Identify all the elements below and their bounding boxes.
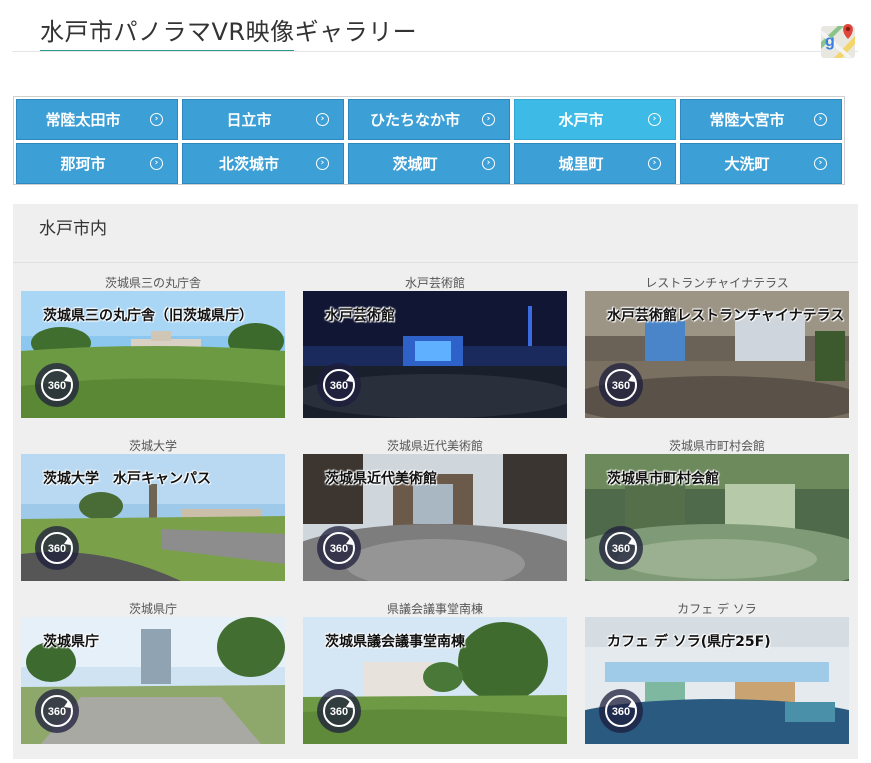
card-caption: カフェ デ ソラ <box>677 602 757 616</box>
city-button-label: ひたちなか市 <box>369 111 460 129</box>
panorama-thumbnail[interactable]: 茨城県議会議事堂南棟 360 <box>303 617 567 744</box>
chevron-right-icon: › <box>648 157 661 170</box>
vr-360-label: 360 <box>48 380 66 392</box>
chevron-right-icon: › <box>316 157 329 170</box>
panorama-thumbnail[interactable]: 茨城県庁 360 <box>21 617 285 744</box>
thumbnail-title: 茨城県近代美術館 <box>325 471 437 487</box>
panorama-thumbnail[interactable]: 茨城県近代美術館 360 <box>303 454 567 581</box>
gallery-panel: 水戸市内 茨城県三の丸庁舎 茨城県三の丸庁舎（旧茨城県庁） 360 水戸芸術館 水戸芸術… <box>13 204 858 759</box>
panorama-thumbnail[interactable]: 茨城県三の丸庁舎（旧茨城県庁） 360 <box>21 291 285 418</box>
vr-360-icon: 360 <box>35 689 79 733</box>
thumbnail-title: 水戸芸術館レストランチャイナテラス <box>607 308 845 324</box>
city-button[interactable]: 城里町 › <box>514 143 676 184</box>
card-caption: 茨城県庁 <box>128 602 177 616</box>
thumbnail-title: 茨城県市町村会館 <box>607 471 719 487</box>
card-caption: 茨城大学 <box>128 439 177 453</box>
vr-360-icon: 360 <box>35 363 79 407</box>
chevron-right-icon: › <box>482 113 495 126</box>
chevron-right-icon: › <box>150 113 163 126</box>
thumbnail-title: 茨城県議会議事堂南棟 <box>325 634 465 650</box>
city-button-label: 水戸市 <box>558 111 604 129</box>
city-button[interactable]: 那珂市 › <box>16 143 178 184</box>
vr-360-icon: 360 <box>317 363 361 407</box>
title-divider <box>12 51 858 52</box>
section-header: 水戸市内 <box>13 204 858 263</box>
city-button-label: 城里町 <box>558 155 604 173</box>
card-caption: 県議会議事堂南棟 <box>386 602 483 616</box>
panorama-thumbnail[interactable]: 茨城県市町村会館 360 <box>585 454 849 581</box>
thumbnail-title: 茨城大学 水戸キャンパス <box>43 471 211 487</box>
city-button[interactable]: 水戸市 › <box>514 99 676 140</box>
thumbnail-title: 茨城県三の丸庁舎（旧茨城県庁） <box>43 308 253 324</box>
chevron-right-icon: › <box>316 113 329 126</box>
vr-360-label: 360 <box>330 380 348 392</box>
vr-360-icon: 360 <box>35 526 79 570</box>
vr-360-label: 360 <box>330 706 348 718</box>
card-caption: 茨城県近代美術館 <box>386 439 483 453</box>
card-caption: 茨城県市町村会館 <box>668 439 765 453</box>
city-button[interactable]: ひたちなか市 › <box>348 99 510 140</box>
page-title: 水戸市パノラマVR映像ギャラリー <box>40 18 418 46</box>
vr-360-icon: 360 <box>599 363 643 407</box>
city-button-label: 大洗町 <box>724 155 770 173</box>
vr-360-label: 360 <box>612 706 630 718</box>
city-button[interactable]: 大洗町 › <box>680 143 842 184</box>
city-button-label: 日立市 <box>226 111 272 129</box>
city-button-label: 北茨城市 <box>218 155 279 173</box>
card-caption: 茨城県三の丸庁舎 <box>104 276 201 290</box>
vr-360-icon: 360 <box>599 526 643 570</box>
google-maps-icon[interactable]: g <box>820 22 858 60</box>
city-nav: 常陸太田市 › 日立市 › ひたちなか市 › 水戸市 › 常陸大宮市 › 那珂市 › 北茨城市 › 茨城町 ›… <box>13 96 845 185</box>
card-caption: レストランチャイナテラス <box>645 276 789 290</box>
thumbnail-title: 茨城県庁 <box>43 634 99 650</box>
city-button[interactable]: 北茨城市 › <box>182 143 344 184</box>
thumbnail-title: カフェ デ ソラ(県庁25F) <box>607 634 771 650</box>
vr-360-label: 360 <box>612 543 630 555</box>
city-button-label: 常陸太田市 <box>45 111 121 129</box>
chevron-right-icon: › <box>150 157 163 170</box>
thumbnail-title: 水戸芸術館 <box>325 308 395 324</box>
chevron-right-icon: › <box>648 113 661 126</box>
city-button[interactable]: 常陸大宮市 › <box>680 99 842 140</box>
chevron-right-icon: › <box>814 157 827 170</box>
svg-text:g: g <box>825 33 835 50</box>
city-button[interactable]: 常陸太田市 › <box>16 99 178 140</box>
panorama-thumbnail[interactable]: 水戸芸術館レストランチャイナテラス 360 <box>585 291 849 418</box>
vr-360-label: 360 <box>48 543 66 555</box>
panorama-thumbnail[interactable]: 茨城大学 水戸キャンパス 360 <box>21 454 285 581</box>
city-button[interactable]: 茨城町 › <box>348 143 510 184</box>
chevron-right-icon: › <box>814 113 827 126</box>
city-button-label: 那珂市 <box>60 155 106 173</box>
city-button-label: 茨城町 <box>392 155 438 173</box>
vr-360-label: 360 <box>612 380 630 392</box>
panorama-thumbnail[interactable]: カフェ デ ソラ(県庁25F) 360 <box>585 617 849 744</box>
panorama-thumbnail[interactable]: 水戸芸術館 360 <box>303 291 567 418</box>
city-button-label: 常陸大宮市 <box>709 111 785 129</box>
city-button[interactable]: 日立市 › <box>182 99 344 140</box>
card-caption: 水戸芸術館 <box>404 276 465 290</box>
vr-360-icon: 360 <box>317 526 361 570</box>
vr-360-icon: 360 <box>317 689 361 733</box>
section-title: 水戸市内 <box>39 219 107 239</box>
chevron-right-icon: › <box>482 157 495 170</box>
vr-360-label: 360 <box>48 706 66 718</box>
vr-360-label: 360 <box>330 543 348 555</box>
vr-360-icon: 360 <box>599 689 643 733</box>
